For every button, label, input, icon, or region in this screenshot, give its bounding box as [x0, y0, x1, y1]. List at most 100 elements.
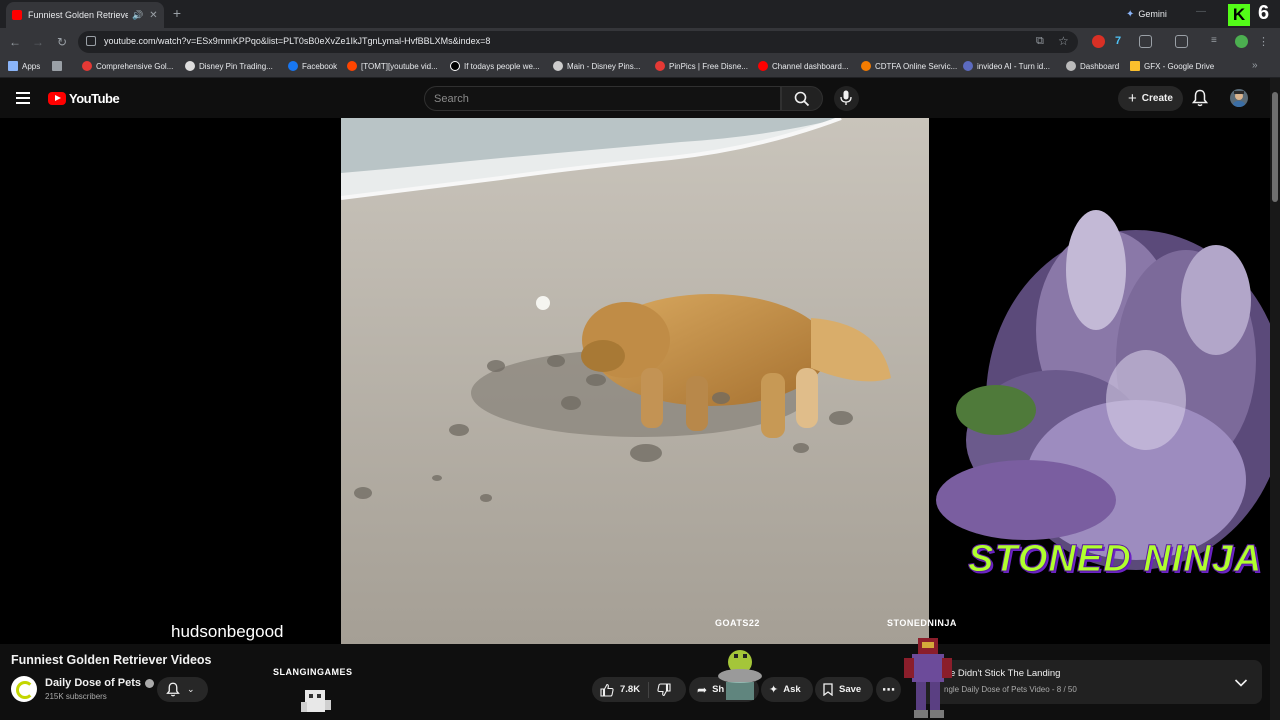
bookmark-label: Channel dashboard... — [772, 61, 849, 71]
search-button[interactable] — [781, 86, 823, 111]
microphone-icon — [840, 90, 852, 105]
beach-dog-scene — [341, 118, 929, 644]
install-app-icon[interactable]: ⧉ — [1036, 35, 1044, 48]
bookmark-1[interactable]: Comprehensive Gol... — [82, 61, 173, 71]
site-info-icon[interactable] — [86, 36, 96, 46]
reading-list-icon[interactable]: ≡ — [1211, 35, 1224, 48]
browser-tab-strip: Funniest Golden Retriever V 🔊 ✕ + ✦ Gemi… — [0, 0, 1280, 28]
bookmark-5[interactable]: If todays people we... — [450, 61, 540, 71]
notifications-button[interactable] — [1191, 89, 1209, 112]
verified-check-icon — [144, 678, 154, 688]
create-button[interactable]: + Create — [1118, 86, 1183, 111]
chevron-down-icon — [1234, 679, 1248, 687]
bookmark-10[interactable]: invideo AI - Turn id... — [963, 61, 1050, 71]
playlist-panel[interactable] — [916, 660, 1262, 704]
bookmark-label: Facebook — [302, 61, 338, 71]
overlay-counter: 6 — [1258, 2, 1270, 24]
like-dislike-group: 7.8K — [592, 677, 686, 702]
playlist-current-title[interactable]: e Didn't Stick The Landing — [950, 668, 1060, 679]
bookmark-6[interactable]: Main - Disney Pins... — [553, 61, 640, 71]
create-label: Create — [1141, 93, 1173, 104]
grid-icon — [52, 61, 62, 71]
playlist-expand-button[interactable] — [1234, 675, 1248, 693]
ask-button[interactable]: ✦ Ask — [761, 677, 813, 702]
bookmark-label: CDTFA Online Servic... — [875, 61, 958, 71]
extensions-puzzle-icon[interactable] — [1139, 35, 1152, 48]
extension-red-icon[interactable] — [1092, 35, 1105, 48]
overlay-tag-right: STONEDNINJA — [887, 618, 957, 628]
new-tab-button[interactable]: + — [170, 6, 184, 20]
pixel-alien-ship-sprite — [718, 650, 762, 700]
youtube-favicon-icon — [12, 10, 22, 20]
chrome-menu-icon[interactable]: ⋮ — [1258, 35, 1271, 48]
search-box[interactable] — [424, 86, 781, 111]
back-icon[interactable]: ← — [8, 35, 22, 49]
like-divider — [648, 681, 650, 698]
account-avatar[interactable] — [1230, 89, 1248, 107]
browser-toolbar: ← → ↻ youtube.com/watch?v=ESx9mmKPPqo&li… — [0, 28, 1280, 56]
browser-tab-active[interactable]: Funniest Golden Retriever V 🔊 ✕ — [6, 2, 164, 28]
thumbs-up-icon — [600, 683, 614, 697]
bookmark-9[interactable]: CDTFA Online Servic... — [861, 61, 957, 71]
stoned-ninja-brand-text: STONED NINJA — [967, 538, 1263, 581]
tiktok-icon — [450, 61, 460, 71]
bookmark-11[interactable]: Dashboard — [1066, 61, 1119, 71]
plus-icon: + — [1128, 90, 1137, 107]
tab-title: Funniest Golden Retriever V — [28, 10, 128, 20]
bookmark-label: Apps — [22, 61, 41, 71]
search-input[interactable] — [434, 91, 764, 107]
bookmark-label: Disney Pin Trading... — [199, 61, 273, 71]
subscription-bell-button[interactable]: ⌄ — [157, 677, 208, 702]
url-text[interactable]: youtube.com/watch?v=ESx9mmKPPqo&list=PLT… — [104, 36, 490, 46]
bookmark-12[interactable]: GFX - Google Drive — [1130, 61, 1214, 71]
address-bar[interactable]: youtube.com/watch?v=ESx9mmKPPqo&list=PLT… — [78, 31, 1078, 53]
tab-close-icon[interactable]: ✕ — [149, 10, 157, 21]
bookmarks-overflow-icon[interactable]: » — [1252, 60, 1258, 71]
bookmark-apps[interactable]: Apps — [8, 61, 40, 71]
page-scrollbar[interactable] — [1270, 78, 1280, 720]
extension-blue-icon[interactable]: 7 — [1115, 35, 1128, 48]
bookmark-7[interactable]: PinPics | Free Disne... — [655, 61, 748, 71]
search-icon — [794, 91, 810, 107]
overlay-tag-left: GOATS22 — [715, 618, 760, 628]
youtube-play-icon — [48, 92, 66, 105]
bookmark-3[interactable]: Facebook — [288, 61, 337, 71]
bookmark-icon — [823, 683, 833, 696]
bookmark-8[interactable]: Channel dashboard... — [758, 61, 849, 71]
apps-grid-icon — [8, 61, 18, 71]
channel-avatar[interactable] — [11, 676, 37, 702]
bell-icon — [166, 682, 180, 697]
avatar-image-icon — [1233, 91, 1245, 107]
like-count: 7.8K — [620, 684, 641, 695]
bookmarks-bar: Apps Comprehensive Gol... Disney Pin Tra… — [0, 56, 1280, 78]
bookmark-star-icon[interactable]: ☆ — [1058, 34, 1069, 48]
ask-label: Ask — [783, 684, 801, 695]
menu-icon[interactable] — [16, 92, 30, 104]
thumbs-down-icon — [657, 682, 671, 696]
youtube-logo[interactable]: YouTube — [48, 91, 120, 106]
like-button[interactable]: 7.8K — [592, 683, 640, 697]
subscriber-count: 215K subscribers — [45, 692, 107, 701]
forward-icon[interactable]: → — [31, 35, 45, 49]
bookmark-4[interactable]: [TOMT][youtube vid... — [347, 61, 438, 71]
invideo-icon — [963, 61, 973, 71]
overlay-tag-bottom: SLANGINGAMES — [273, 667, 353, 677]
video-frame-dog-beach[interactable] — [341, 118, 929, 644]
bell-icon — [1191, 89, 1209, 107]
side-panel-icon[interactable] — [1175, 35, 1188, 48]
reload-icon[interactable]: ↻ — [55, 35, 69, 49]
bookmark-2[interactable]: Disney Pin Trading... — [185, 61, 273, 71]
save-button[interactable]: Save — [815, 677, 873, 702]
voice-search-button[interactable] — [834, 86, 859, 111]
window-minimize-icon[interactable]: — — [1196, 6, 1206, 17]
scrollbar-thumb[interactable] — [1272, 92, 1278, 202]
gemini-icon: ✦ — [1126, 8, 1135, 20]
profile-icon[interactable] — [1235, 35, 1248, 48]
bookmark-grid[interactable] — [52, 61, 66, 71]
gemini-button[interactable]: ✦ Gemini — [1118, 5, 1175, 23]
channel-name[interactable]: Daily Dose of Pets — [45, 677, 154, 689]
dislike-button[interactable] — [657, 682, 671, 697]
tab-audio-icon[interactable]: 🔊 — [132, 10, 143, 21]
dashboard-icon — [1066, 61, 1076, 71]
save-label: Save — [839, 684, 862, 695]
